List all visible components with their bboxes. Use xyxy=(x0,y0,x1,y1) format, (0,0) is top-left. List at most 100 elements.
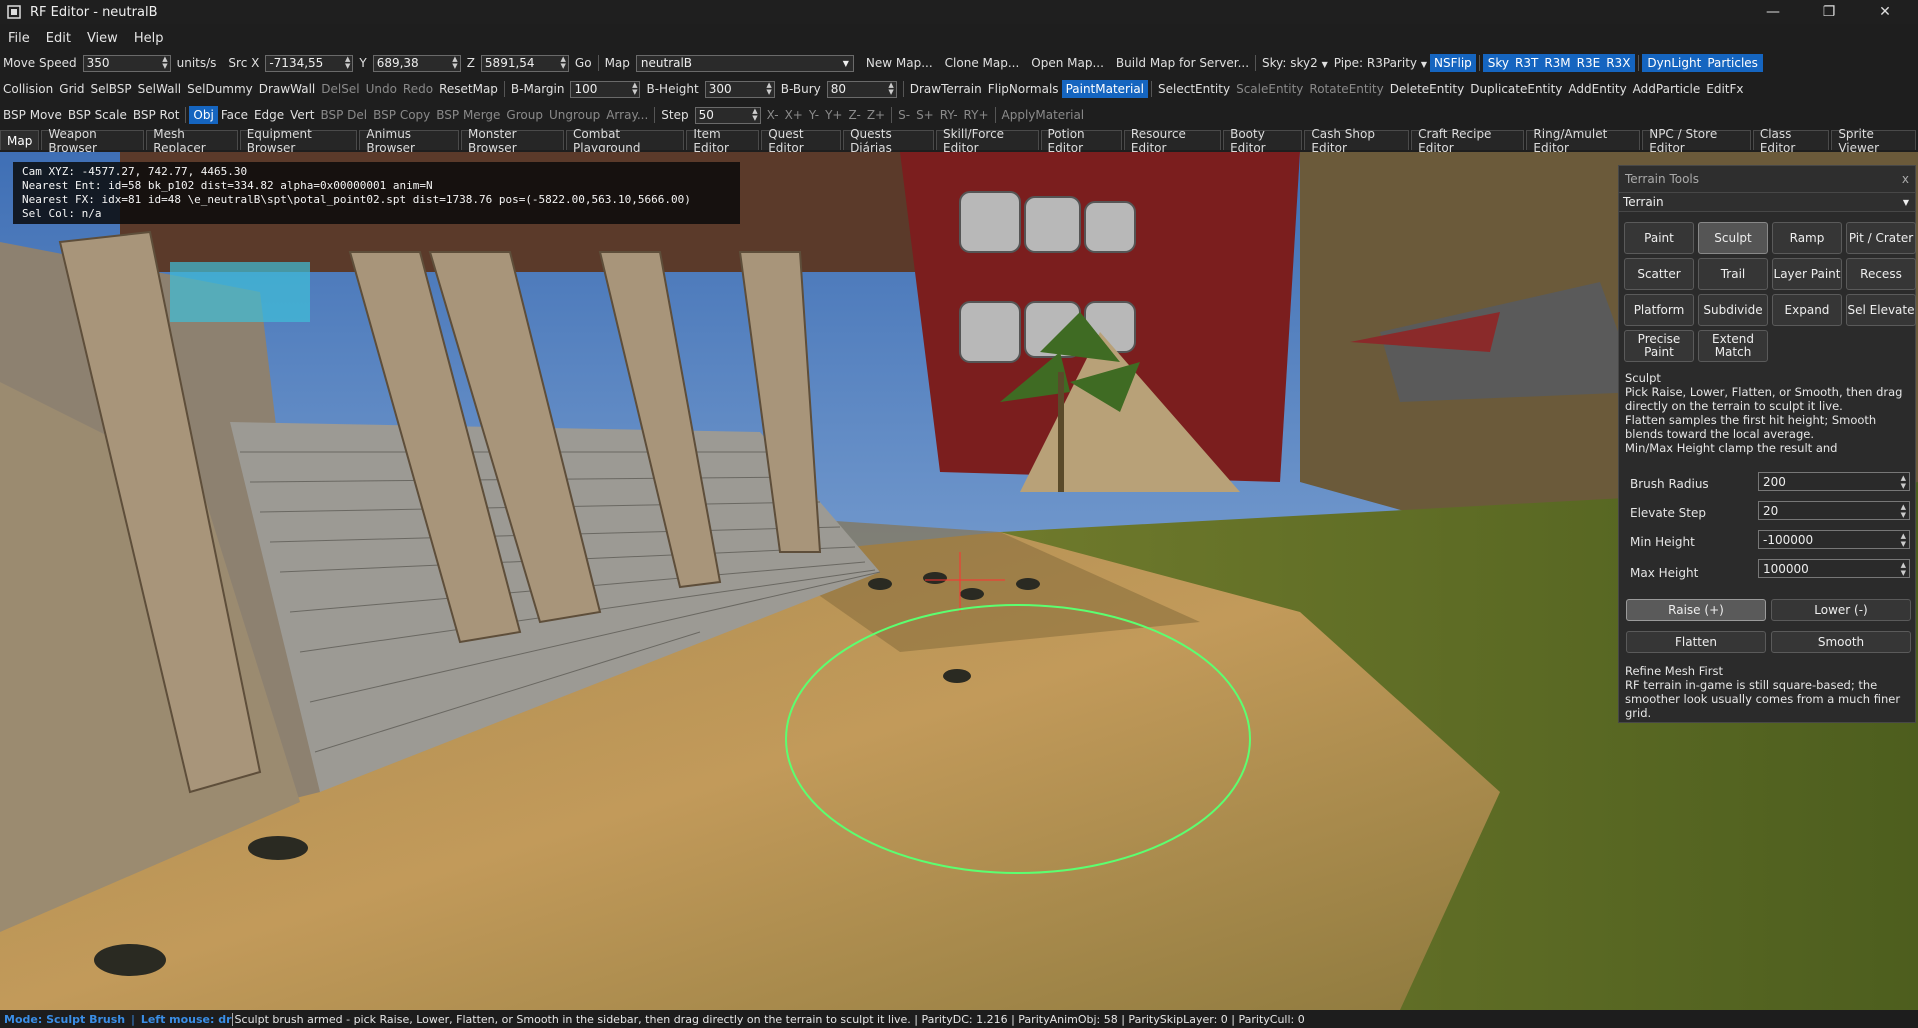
drawwall-button[interactable]: DrawWall xyxy=(256,82,318,96)
collision-button[interactable]: Collision xyxy=(0,82,56,96)
y-plus-button[interactable]: Y+ xyxy=(822,108,845,122)
particles-toggle[interactable]: Particles xyxy=(1704,56,1761,70)
bsp-rot-button[interactable]: BSP Rot xyxy=(130,108,183,122)
tool-platform-button[interactable]: Platform xyxy=(1624,294,1694,326)
tool-trail-button[interactable]: Trail xyxy=(1698,258,1768,290)
spin-arrows-icon[interactable]: ▲ ▼ xyxy=(752,107,757,122)
tool-pit-crater-button[interactable]: Pit / Crater xyxy=(1846,222,1916,254)
tab-quests-diarias[interactable]: Quests Diárias xyxy=(843,127,934,155)
tab-item-editor[interactable]: Item Editor xyxy=(686,127,760,155)
s-plus-button[interactable]: S+ xyxy=(913,108,937,122)
tool-sel-elevate-button[interactable]: Sel Elevate xyxy=(1846,294,1916,326)
addparticle-button[interactable]: AddParticle xyxy=(1630,82,1704,96)
vert-mode-button[interactable]: Vert xyxy=(287,108,317,122)
bsp-copy-button[interactable]: BSP Copy xyxy=(370,108,433,122)
scaleentity-button[interactable]: ScaleEntity xyxy=(1233,82,1306,96)
tab-ring-amulet-editor[interactable]: Ring/Amulet Editor xyxy=(1526,127,1641,155)
z-input[interactable]: 5891,54 ▲ ▼ xyxy=(480,54,569,72)
z-plus-button[interactable]: Z+ xyxy=(864,108,888,122)
tab-animus-browser[interactable]: Animus Browser xyxy=(359,127,459,155)
tab-booty-editor[interactable]: Booty Editor xyxy=(1223,127,1303,155)
array-button[interactable]: Array... xyxy=(603,108,651,122)
applymaterial-button[interactable]: ApplyMaterial xyxy=(999,108,1088,122)
selectentity-button[interactable]: SelectEntity xyxy=(1155,82,1233,96)
menu-help[interactable]: Help xyxy=(126,31,172,46)
selbsp-button[interactable]: SelBSP xyxy=(87,82,134,96)
tool-subdivide-button[interactable]: Subdivide xyxy=(1698,294,1768,326)
y-minus-button[interactable]: Y- xyxy=(806,108,822,122)
spin-arrows-icon[interactable]: ▲ ▼ xyxy=(345,55,350,70)
spin-arrows-icon[interactable]: ▲ ▼ xyxy=(1901,532,1906,548)
edge-mode-button[interactable]: Edge xyxy=(251,108,287,122)
tab-equipment-browser[interactable]: Equipment Browser xyxy=(239,127,358,155)
tool-extend-match-button[interactable]: Extend Match xyxy=(1698,330,1768,362)
spin-arrows-icon[interactable]: ▲ ▼ xyxy=(632,81,637,96)
tool-expand-button[interactable]: Expand xyxy=(1772,294,1842,326)
move-speed-input[interactable]: 350 ▲ ▼ xyxy=(82,54,171,72)
clone-map-button[interactable]: Clone Map... xyxy=(942,56,1023,70)
go-button[interactable]: Go xyxy=(572,56,595,70)
tab-quest-editor[interactable]: Quest Editor xyxy=(761,127,842,155)
tab-resource-editor[interactable]: Resource Editor xyxy=(1123,127,1222,155)
src-x-input[interactable]: -7134,55 ▲ ▼ xyxy=(265,54,354,72)
tab-map[interactable]: Map xyxy=(0,130,40,150)
tool-precise-paint-button[interactable]: Precise Paint xyxy=(1624,330,1694,362)
rotateentity-button[interactable]: RotateEntity xyxy=(1306,82,1386,96)
spin-arrows-icon[interactable]: ▲ ▼ xyxy=(162,55,167,70)
tab-monster-browser[interactable]: Monster Browser xyxy=(461,127,565,155)
tool-ramp-button[interactable]: Ramp xyxy=(1772,222,1842,254)
smooth-button[interactable]: Smooth xyxy=(1771,631,1911,653)
x-plus-button[interactable]: X+ xyxy=(782,108,806,122)
tab-npc-store-editor[interactable]: NPC / Store Editor xyxy=(1642,127,1751,155)
menu-edit[interactable]: Edit xyxy=(38,31,79,46)
editfx-button[interactable]: EditFx xyxy=(1703,82,1746,96)
tool-sculpt-button[interactable]: Sculpt xyxy=(1698,222,1768,254)
brush-radius-input[interactable]: 200 ▲ ▼ xyxy=(1758,472,1910,491)
resetmap-button[interactable]: ResetMap xyxy=(436,82,501,96)
bsp-move-button[interactable]: BSP Move xyxy=(0,108,65,122)
tab-sprite-viewer[interactable]: Sprite Viewer xyxy=(1831,127,1917,155)
tab-craft-recipe-editor[interactable]: Craft Recipe Editor xyxy=(1411,127,1525,155)
redo-button[interactable]: Redo xyxy=(400,82,436,96)
bsp-del-button[interactable]: BSP Del xyxy=(317,108,370,122)
tab-combat-playground[interactable]: Combat Playground xyxy=(566,127,685,155)
elevate-step-input[interactable]: 20 ▲ ▼ xyxy=(1758,501,1910,520)
sky-toggle[interactable]: Sky xyxy=(1485,56,1512,70)
ungroup-button[interactable]: Ungroup xyxy=(546,108,603,122)
undo-button[interactable]: Undo xyxy=(363,82,400,96)
bheight-input[interactable]: 300 ▲ ▼ xyxy=(704,80,775,98)
tool-recess-button[interactable]: Recess xyxy=(1846,258,1916,290)
flipnormals-button[interactable]: FlipNormals xyxy=(985,82,1062,96)
spin-arrows-icon[interactable]: ▲ ▼ xyxy=(1901,474,1906,490)
r3e-toggle[interactable]: R3E xyxy=(1574,56,1604,70)
deleteentity-button[interactable]: DeleteEntity xyxy=(1387,82,1467,96)
face-mode-button[interactable]: Face xyxy=(218,108,251,122)
open-map-button[interactable]: Open Map... xyxy=(1028,56,1107,70)
dynlight-toggle[interactable]: DynLight xyxy=(1644,56,1704,70)
nsflip-toggle[interactable]: NSFlip xyxy=(1429,54,1476,72)
selwall-button[interactable]: SelWall xyxy=(135,82,184,96)
obj-mode-button[interactable]: Obj xyxy=(189,106,218,124)
spin-arrows-icon[interactable]: ▲ ▼ xyxy=(452,55,457,70)
bbury-input[interactable]: 80 ▲ ▼ xyxy=(826,80,897,98)
menu-file[interactable]: File xyxy=(0,31,38,46)
drawterrain-button[interactable]: DrawTerrain xyxy=(907,82,985,96)
tab-mesh-replacer[interactable]: Mesh Replacer xyxy=(146,127,238,155)
spin-arrows-icon[interactable]: ▲ ▼ xyxy=(766,81,771,96)
ry-minus-button[interactable]: RY- xyxy=(937,108,961,122)
spin-arrows-icon[interactable]: ▲ ▼ xyxy=(1901,503,1906,519)
grid-button[interactable]: Grid xyxy=(56,82,87,96)
tab-class-editor[interactable]: Class Editor xyxy=(1752,127,1830,155)
bsp-merge-button[interactable]: BSP Merge xyxy=(433,108,503,122)
panel-close-icon[interactable]: x xyxy=(1902,172,1909,186)
map-select[interactable]: neutralB ▼ xyxy=(635,54,854,72)
sky-select[interactable]: Sky: sky2 ▼ xyxy=(1259,56,1331,70)
s-minus-button[interactable]: S- xyxy=(895,108,913,122)
tab-cash-shop-editor[interactable]: Cash Shop Editor xyxy=(1304,127,1410,155)
spin-arrows-icon[interactable]: ▲ ▼ xyxy=(888,81,893,96)
bsp-scale-button[interactable]: BSP Scale xyxy=(65,108,130,122)
minimize-icon[interactable]: — xyxy=(1750,0,1796,24)
r3x-toggle[interactable]: R3X xyxy=(1603,56,1633,70)
flatten-button[interactable]: Flatten xyxy=(1626,631,1766,653)
lower-button[interactable]: Lower (-) xyxy=(1771,599,1911,621)
